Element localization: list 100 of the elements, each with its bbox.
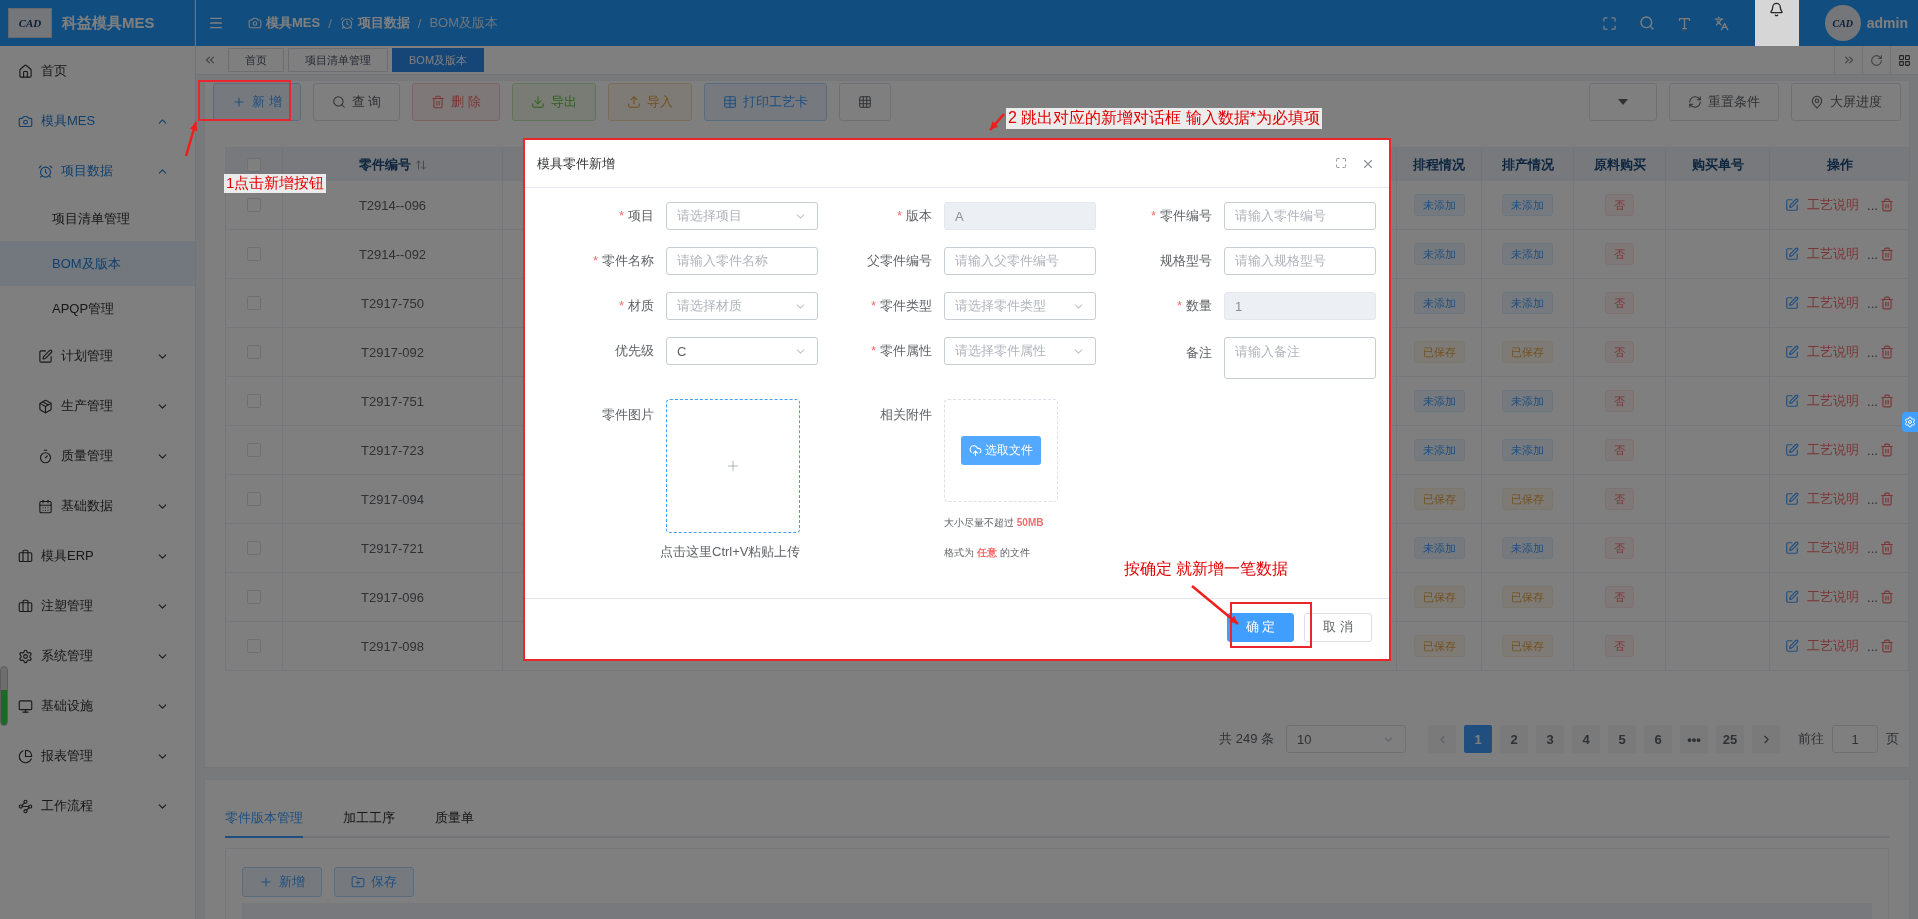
panel-button[interactable]: 保存 [334,867,414,897]
textarea-field[interactable]: 请输入备注 [1224,337,1376,379]
input-field[interactable]: 请输入父零件编号 [944,247,1096,275]
input-field[interactable]: 请输入零件名称 [666,247,818,275]
edit-icon[interactable] [1785,394,1800,408]
process-link[interactable]: 工艺说明 [1807,490,1860,508]
page-button[interactable]: 1 [1464,725,1492,753]
page-button[interactable]: 6 [1644,725,1672,753]
toolbar-button[interactable]: 大屏进度 [1791,82,1901,121]
edit-icon[interactable] [1785,590,1800,604]
select-field[interactable]: 请选择材质 [666,292,818,320]
sidebar-item[interactable]: 生产管理 [0,381,195,431]
confirm-button[interactable]: 确 定 [1226,612,1295,642]
process-link[interactable]: 工艺说明 [1807,539,1860,557]
edit-icon[interactable] [1785,247,1800,261]
process-link[interactable]: 工艺说明 [1807,196,1860,214]
process-link[interactable]: 工艺说明 [1807,637,1860,655]
sidebar-item[interactable]: 注塑管理 [0,581,195,631]
more-text[interactable]: ... [1867,295,1878,311]
edit-icon[interactable] [1785,443,1800,457]
toolbar-button[interactable]: 打印工艺卡 [703,82,827,121]
bell-icon[interactable] [1769,2,1785,17]
sidebar-item[interactable]: BOM及版本 [0,241,195,286]
sidebar-item[interactable]: 项目清单管理 [0,196,195,241]
process-link[interactable]: 工艺说明 [1807,343,1860,361]
toolbar-button[interactable] [1589,82,1657,121]
more-text[interactable]: ... [1867,246,1878,262]
toolbar-button[interactable]: 删 除 [412,82,500,121]
toolbar-button[interactable]: 导出 [511,82,596,121]
edit-icon[interactable] [1785,198,1800,212]
sidebar-item[interactable]: APQP管理 [0,286,195,331]
process-link[interactable]: 工艺说明 [1807,294,1860,312]
image-upload-area[interactable] [666,399,800,533]
fullscreen-icon[interactable] [1601,15,1617,31]
select-field[interactable]: 请选择项目 [666,202,818,230]
toolbar-button[interactable]: 新 增 [213,82,301,121]
edit-icon[interactable] [1785,492,1800,506]
breadcrumb-item[interactable]: 项目数据 [339,14,410,32]
more-text[interactable]: ... [1867,442,1878,458]
menu-icon[interactable] [208,15,224,31]
cancel-button[interactable]: 取 消 [1304,612,1372,642]
tab[interactable]: 加工工序 [343,800,395,838]
page-tab[interactable]: BOM及版本 [392,48,485,72]
more-text[interactable]: ... [1867,393,1878,409]
avatar[interactable]: CAD [1824,5,1861,41]
sidebar-item[interactable]: 计划管理 [0,331,195,381]
select-file-button[interactable]: 选取文件 [961,436,1041,465]
user-name[interactable]: admin [1866,15,1908,31]
settings-button[interactable] [1902,412,1918,432]
delete-icon[interactable] [1879,639,1894,653]
select-field[interactable]: 请选择零件属性 [944,337,1096,365]
sidebar-item[interactable]: 首页 [0,46,195,96]
page-button[interactable]: 25 [1716,725,1744,753]
process-link[interactable]: 工艺说明 [1807,588,1860,606]
sidebar-item[interactable]: 报表管理 [0,731,195,781]
delete-icon[interactable] [1879,492,1894,506]
search-icon[interactable] [1638,15,1655,31]
page-button[interactable]: 2 [1500,725,1528,753]
edit-icon[interactable] [1785,345,1800,359]
page-button[interactable]: 4 [1572,725,1600,753]
delete-icon[interactable] [1879,345,1894,359]
sidebar-item[interactable]: 项目数据 [0,146,195,196]
page-button[interactable]: 3 [1536,725,1564,753]
delete-icon[interactable] [1879,590,1894,604]
delete-icon[interactable] [1879,247,1894,261]
edit-icon[interactable] [1785,541,1800,555]
tab[interactable]: 零件版本管理 [225,800,303,838]
toolbar-button[interactable]: 重置条件 [1669,82,1779,121]
more-text[interactable]: ... [1867,540,1878,556]
delete-icon[interactable] [1879,198,1894,212]
more-text[interactable]: ... [1867,491,1878,507]
sidebar-item[interactable]: 基础数据 [0,481,195,531]
page-button[interactable]: ••• [1680,725,1708,753]
more-text[interactable]: ... [1867,638,1878,654]
edit-icon[interactable] [1785,296,1800,310]
toolbar-button[interactable]: 导入 [607,82,692,121]
process-link[interactable]: 工艺说明 [1807,441,1860,459]
more-text[interactable]: ... [1867,589,1878,605]
toolbar-button[interactable]: 查 询 [312,82,401,121]
delete-icon[interactable] [1879,394,1894,408]
page-button[interactable]: 5 [1608,725,1636,753]
edit-icon[interactable] [1785,639,1800,653]
select-field[interactable]: C [666,337,818,365]
more-text[interactable]: ... [1867,197,1878,213]
delete-icon[interactable] [1879,443,1894,457]
translate-icon[interactable] [1713,15,1729,31]
tab[interactable]: 质量单 [435,800,474,838]
page-tab[interactable]: 首页 [228,48,284,72]
toolbar-button[interactable] [838,82,891,121]
process-link[interactable]: 工艺说明 [1807,392,1860,410]
sidebar-item[interactable]: 质量管理 [0,431,195,481]
sidebar-item[interactable]: 工作流程 [0,781,195,831]
breadcrumb-item[interactable]: BOM及版本 [429,14,499,32]
sidebar-item[interactable]: 模具ERP [0,531,195,581]
scrollbar-thumb[interactable] [0,666,8,726]
font-size-icon[interactable] [1676,15,1692,31]
more-text[interactable]: ... [1867,344,1878,360]
page-input[interactable]: 1 [1832,725,1878,753]
process-link[interactable]: 工艺说明 [1807,245,1860,263]
breadcrumb-item[interactable]: 模具MES [248,14,321,32]
